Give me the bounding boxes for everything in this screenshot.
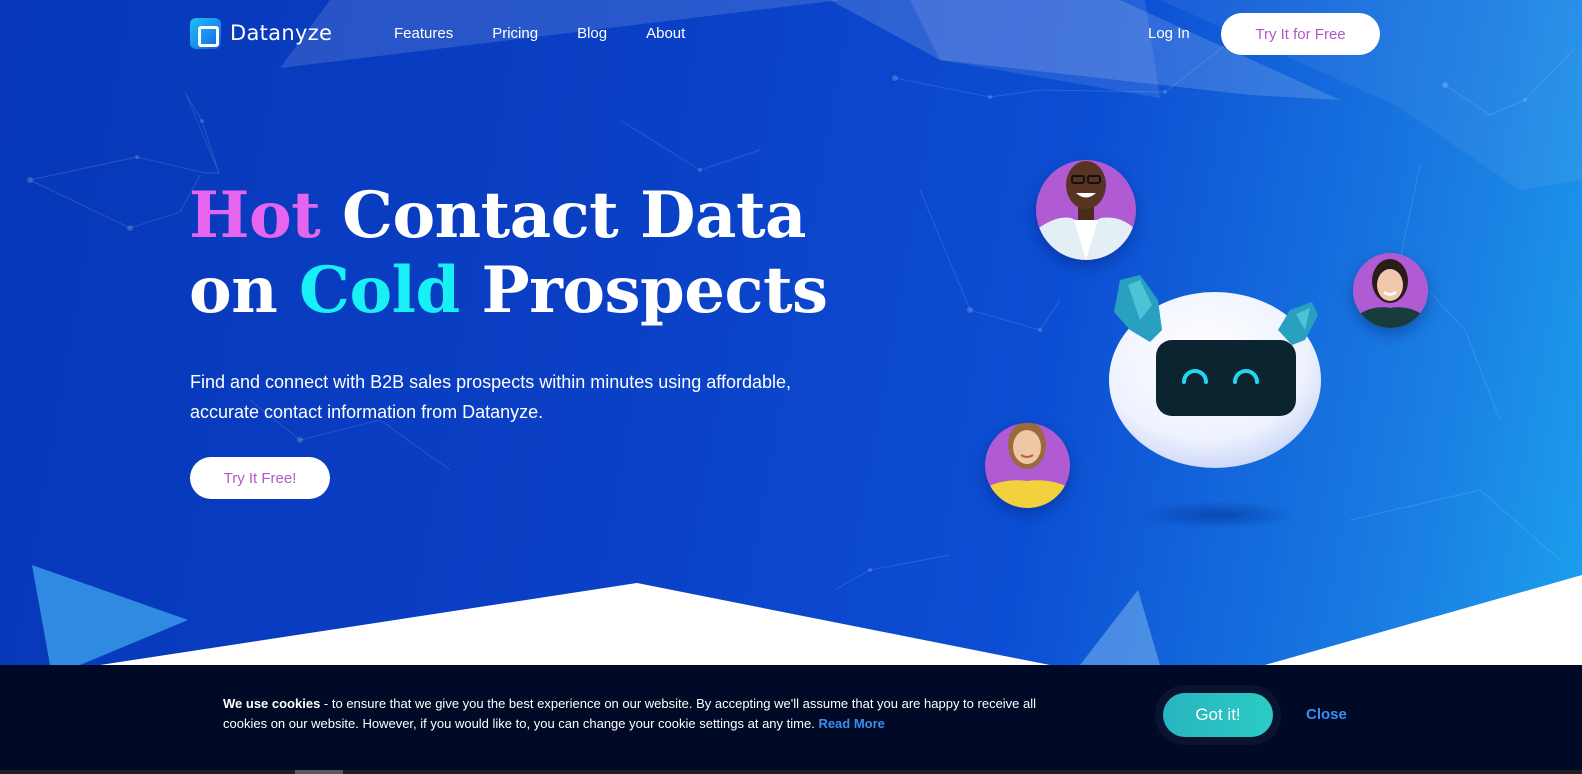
try-for-free-button[interactable]: Try It for Free — [1221, 13, 1380, 55]
person-woman-dark-hair-icon — [1353, 253, 1428, 328]
headline-line1-rest: Contact Data — [320, 178, 806, 253]
robot-mascot-icon — [1109, 275, 1321, 529]
main-nav: Features Pricing Blog About — [394, 25, 685, 42]
hero-section: Datanyze Features Pricing Blog About Log… — [0, 0, 1582, 774]
nav-item-blog[interactable]: Blog — [577, 25, 607, 42]
logo-link[interactable]: Datanyze — [190, 16, 332, 50]
datanyze-logo-icon — [190, 17, 221, 49]
horizontal-scrollbar[interactable] — [0, 770, 1582, 774]
accept-cookies-button[interactable]: Got it! — [1163, 693, 1273, 737]
avatar-woman-blonde — [985, 423, 1070, 508]
nav-item-features[interactable]: Features — [394, 25, 453, 42]
nav-item-about[interactable]: About — [646, 25, 685, 42]
cookie-banner: We use cookies - to ensure that we give … — [0, 665, 1582, 770]
logo-text: Datanyze — [230, 21, 333, 45]
login-link[interactable]: Log In — [1148, 25, 1190, 42]
avatar-woman-dark-hair — [1353, 253, 1428, 328]
headline-cold-word: Cold — [299, 253, 460, 328]
hero-headline: Hot Contact Data on Cold Prospects — [189, 178, 828, 328]
bg-white-peak-right — [1265, 575, 1582, 665]
bg-shard-bottom-mid — [1080, 590, 1160, 665]
horizontal-scrollbar-thumb[interactable] — [295, 770, 343, 774]
nav-item-pricing[interactable]: Pricing — [492, 25, 538, 42]
hero-subtitle: Find and connect with B2B sales prospect… — [190, 372, 792, 422]
bg-white-peak-left — [100, 583, 1050, 665]
read-more-link[interactable]: Read More — [818, 716, 884, 731]
bg-shard-bottom-left — [32, 565, 188, 665]
headline-hot-word: Hot — [189, 178, 321, 253]
try-it-free-button[interactable]: Try It Free! — [190, 457, 330, 499]
cookie-body: - to ensure that we give you the best ex… — [223, 696, 1037, 731]
cookie-message: We use cookies - to ensure that we give … — [223, 694, 1063, 734]
person-woman-blonde-icon — [985, 423, 1070, 508]
person-man-glasses-icon — [1036, 160, 1136, 260]
avatar-man-glasses — [1036, 160, 1136, 260]
headline-line2-rest: Prospects — [459, 253, 828, 328]
site-header: Datanyze Features Pricing Blog About Log… — [0, 0, 1582, 70]
close-cookie-banner-link[interactable]: Close — [1306, 706, 1347, 723]
cookie-lead: We use cookies — [223, 696, 321, 711]
headline-on-word: on — [189, 253, 299, 328]
